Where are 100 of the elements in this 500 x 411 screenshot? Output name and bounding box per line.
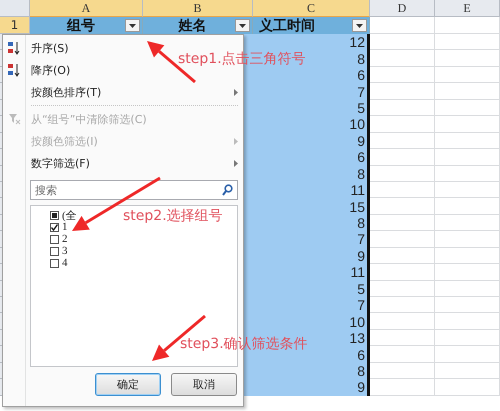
table-cell bbox=[435, 116, 500, 133]
table-cell bbox=[370, 132, 435, 150]
table-cell: 6 bbox=[253, 66, 370, 84]
menu-item[interactable]: 数字筛选(F) bbox=[3, 152, 238, 174]
sort-descending-icon bbox=[7, 63, 21, 77]
table-cell bbox=[370, 66, 435, 84]
table-cell bbox=[370, 280, 435, 297]
checkbox[interactable] bbox=[50, 222, 59, 232]
table-cell: 12 bbox=[253, 34, 370, 50]
table-cell bbox=[370, 149, 435, 166]
table-cell bbox=[435, 132, 500, 150]
filter-option[interactable]: 3 bbox=[39, 245, 68, 257]
table-cell bbox=[370, 50, 435, 67]
table-cell bbox=[435, 330, 500, 346]
filter-option[interactable]: 1 bbox=[39, 221, 68, 233]
menu-item[interactable]: 降序(O) bbox=[3, 59, 74, 81]
table-cell bbox=[370, 231, 435, 248]
table-cell: 5 bbox=[253, 280, 370, 297]
table-cell: 10 bbox=[253, 116, 370, 133]
table-cell: 7 bbox=[253, 297, 370, 314]
table-cell bbox=[435, 198, 500, 215]
submenu-arrow-icon bbox=[234, 138, 238, 144]
table-cell: 7 bbox=[253, 231, 370, 248]
table-cell bbox=[435, 248, 500, 264]
table-cell bbox=[370, 264, 435, 281]
filter-dropdown-button[interactable] bbox=[125, 19, 140, 32]
table-cell: 7 bbox=[253, 83, 370, 100]
filter-option[interactable]: 2 bbox=[39, 233, 68, 245]
table-cell bbox=[370, 34, 435, 50]
table-cell bbox=[370, 100, 435, 116]
header-text: 姓名 bbox=[178, 16, 206, 34]
column-header[interactable]: A bbox=[30, 0, 143, 17]
table-cell: 5 bbox=[253, 100, 370, 116]
table-cell bbox=[435, 214, 500, 232]
table-cell bbox=[435, 17, 500, 34]
table-cell bbox=[435, 166, 500, 182]
table-cell bbox=[435, 66, 500, 84]
column-header[interactable]: E bbox=[435, 0, 500, 17]
table-cell bbox=[370, 83, 435, 100]
dialog-button[interactable]: 取消 bbox=[171, 373, 237, 396]
checkbox[interactable] bbox=[50, 258, 59, 268]
column-header[interactable]: B bbox=[143, 0, 253, 17]
table-cell bbox=[370, 182, 435, 198]
table-cell bbox=[370, 346, 435, 363]
table-cell bbox=[435, 264, 500, 281]
filter-dropdown-button[interactable] bbox=[235, 19, 250, 32]
caret-icon bbox=[356, 24, 363, 28]
table-cell bbox=[435, 83, 500, 100]
filter-option[interactable]: (全 bbox=[39, 209, 77, 221]
table-cell: 9 bbox=[253, 248, 370, 264]
table-cell: 8 bbox=[253, 362, 370, 380]
sort-ascending-icon bbox=[7, 41, 21, 55]
submenu-arrow-icon bbox=[234, 88, 238, 96]
table-cell bbox=[370, 116, 435, 133]
table-cell bbox=[435, 50, 500, 67]
table-cell bbox=[435, 362, 500, 380]
table-cell bbox=[435, 297, 500, 314]
table-cell bbox=[370, 248, 435, 264]
table-cell bbox=[435, 149, 500, 166]
caret-icon bbox=[239, 24, 246, 28]
table-cell: 8 bbox=[253, 166, 370, 182]
table-cell bbox=[370, 330, 435, 346]
search-field[interactable]: 搜索 bbox=[30, 180, 238, 200]
search-icon bbox=[222, 184, 233, 196]
table-cell bbox=[435, 231, 500, 248]
menu-item[interactable]: 按颜色排序(T) bbox=[3, 81, 238, 103]
row-number[interactable]: 1 bbox=[0, 17, 30, 34]
table-cell: 9 bbox=[253, 379, 370, 396]
table-cell bbox=[435, 346, 500, 363]
filter-clear-icon bbox=[8, 113, 20, 125]
table-cell bbox=[370, 313, 435, 330]
table-cell bbox=[370, 362, 435, 380]
submenu-arrow-icon bbox=[234, 160, 238, 166]
column-header[interactable]: D bbox=[370, 0, 435, 17]
table-cell bbox=[435, 100, 500, 116]
filter-dropdown-button[interactable] bbox=[352, 19, 367, 32]
dialog-button[interactable]: 确定 bbox=[95, 373, 161, 396]
table-cell: 10 bbox=[253, 313, 370, 330]
table-cell bbox=[435, 34, 500, 50]
checkbox[interactable] bbox=[50, 210, 59, 220]
table-cell: 15 bbox=[253, 198, 370, 215]
checkbox[interactable] bbox=[50, 234, 59, 244]
table-cell bbox=[435, 313, 500, 330]
table-cell bbox=[370, 17, 435, 34]
table-cell: 9 bbox=[253, 132, 370, 150]
table-cell bbox=[370, 166, 435, 182]
table-cell bbox=[370, 214, 435, 232]
header-text: 义工时间 bbox=[259, 16, 315, 34]
column-header[interactable]: C bbox=[253, 0, 370, 17]
table-cell: 11 bbox=[253, 264, 370, 281]
checkbox[interactable] bbox=[50, 246, 59, 256]
header-text: 组号 bbox=[67, 16, 95, 34]
table-cell bbox=[370, 198, 435, 215]
caret-icon bbox=[129, 24, 136, 28]
table-cell bbox=[370, 297, 435, 314]
table-cell: 11 bbox=[253, 182, 370, 198]
table-cell bbox=[435, 379, 500, 396]
filter-option[interactable]: 4 bbox=[39, 257, 68, 269]
annotation-text: step2.选择组号 bbox=[123, 207, 223, 225]
menu-item[interactable]: 升序(S) bbox=[3, 37, 73, 59]
